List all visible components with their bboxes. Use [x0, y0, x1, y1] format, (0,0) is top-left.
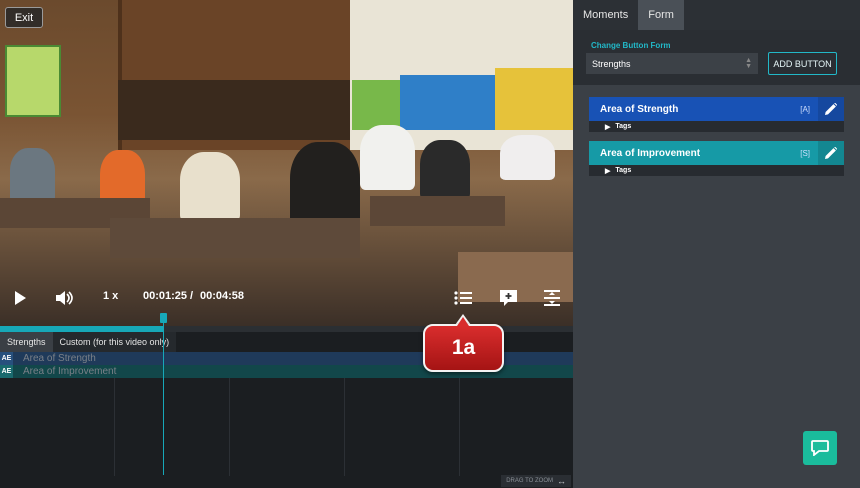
video-scene-board	[352, 80, 402, 130]
video-scene-student	[420, 140, 470, 200]
tab-form[interactable]: Form	[638, 0, 684, 30]
form-button-strength[interactable]: Area of Strength [A]	[589, 97, 844, 121]
caret-right-icon: ▶	[605, 167, 611, 175]
video-frame[interactable]	[0, 0, 573, 326]
form-button-name: Area of Strength	[600, 103, 679, 115]
playhead-line	[163, 322, 164, 475]
edit-pencil-icon[interactable]	[818, 97, 844, 121]
row-badge: AE	[0, 352, 13, 365]
volume-icon[interactable]	[55, 289, 75, 307]
row-label: Area of Improvement	[23, 366, 117, 377]
timeline-tabs: Strengths Custom (for this video only)	[0, 332, 177, 352]
chat-bubble-icon	[811, 440, 829, 456]
video-scene-student	[500, 135, 555, 180]
time-separator: /	[190, 290, 194, 302]
select-caret-icon: ▲ ▼	[745, 57, 752, 70]
video-scene-student	[10, 148, 55, 203]
form-button-name: Area of Improvement	[600, 147, 701, 159]
panel-tabs: Moments Form	[573, 0, 860, 30]
exit-button[interactable]: Exit	[5, 7, 43, 28]
edit-pencil-icon[interactable]	[818, 141, 844, 165]
form-button-improvement[interactable]: Area of Improvement [S]	[589, 141, 844, 165]
caret-right-icon: ▶	[605, 123, 611, 131]
tags-toggle[interactable]: ▶ Tags	[589, 121, 844, 132]
form-select[interactable]: Strengths ▲ ▼	[586, 53, 758, 74]
playback-speed[interactable]: 1 x	[103, 290, 118, 302]
current-time: 00:01:25	[143, 290, 188, 302]
row-label: Area of Strength	[23, 353, 96, 364]
play-icon[interactable]	[12, 290, 28, 306]
drag-to-zoom-handle[interactable]: DRAG TO ZOOM ↔	[501, 475, 571, 487]
callout-pointer-fill	[457, 317, 469, 326]
video-scene-poster	[5, 45, 61, 117]
form-button-key: [A]	[800, 104, 810, 114]
add-button[interactable]: ADD BUTTON	[768, 52, 837, 75]
double-arrow-icon: ↔	[557, 476, 566, 486]
video-scene-board	[495, 68, 573, 130]
form-button-key: [S]	[800, 148, 810, 158]
tags-toggle[interactable]: ▶ Tags	[589, 165, 844, 176]
tags-label: Tags	[615, 123, 632, 130]
video-scene-desk	[110, 218, 360, 258]
tab-moments[interactable]: Moments	[573, 0, 638, 30]
chat-button[interactable]	[803, 431, 837, 465]
side-panel: Moments Form Change Button Form Strength…	[573, 0, 860, 488]
video-scene-student	[360, 125, 415, 190]
video-scene-shelf	[118, 80, 350, 140]
video-scene-student	[180, 152, 240, 222]
tab-custom[interactable]: Custom (for this video only)	[52, 332, 177, 352]
list-form-icon[interactable]	[453, 290, 473, 306]
duration: 00:04:58	[200, 290, 245, 302]
row-badge: AE	[0, 365, 13, 378]
tab-strengths[interactable]: Strengths	[0, 332, 53, 352]
video-scene-board	[400, 75, 495, 130]
drag-to-zoom-label: DRAG TO ZOOM	[506, 478, 553, 484]
tags-label: Tags	[615, 167, 632, 174]
split-view-icon[interactable]	[542, 289, 562, 307]
form-select-value: Strengths	[592, 58, 631, 69]
callout-badge: 1a	[423, 324, 504, 372]
change-form-label: Change Button Form	[591, 41, 671, 50]
add-moment-icon[interactable]	[498, 289, 518, 307]
video-scene-desk	[370, 196, 505, 226]
app-root: Exit 1 x 00:01:25 / 00:04:58 Strengths C…	[0, 0, 860, 488]
